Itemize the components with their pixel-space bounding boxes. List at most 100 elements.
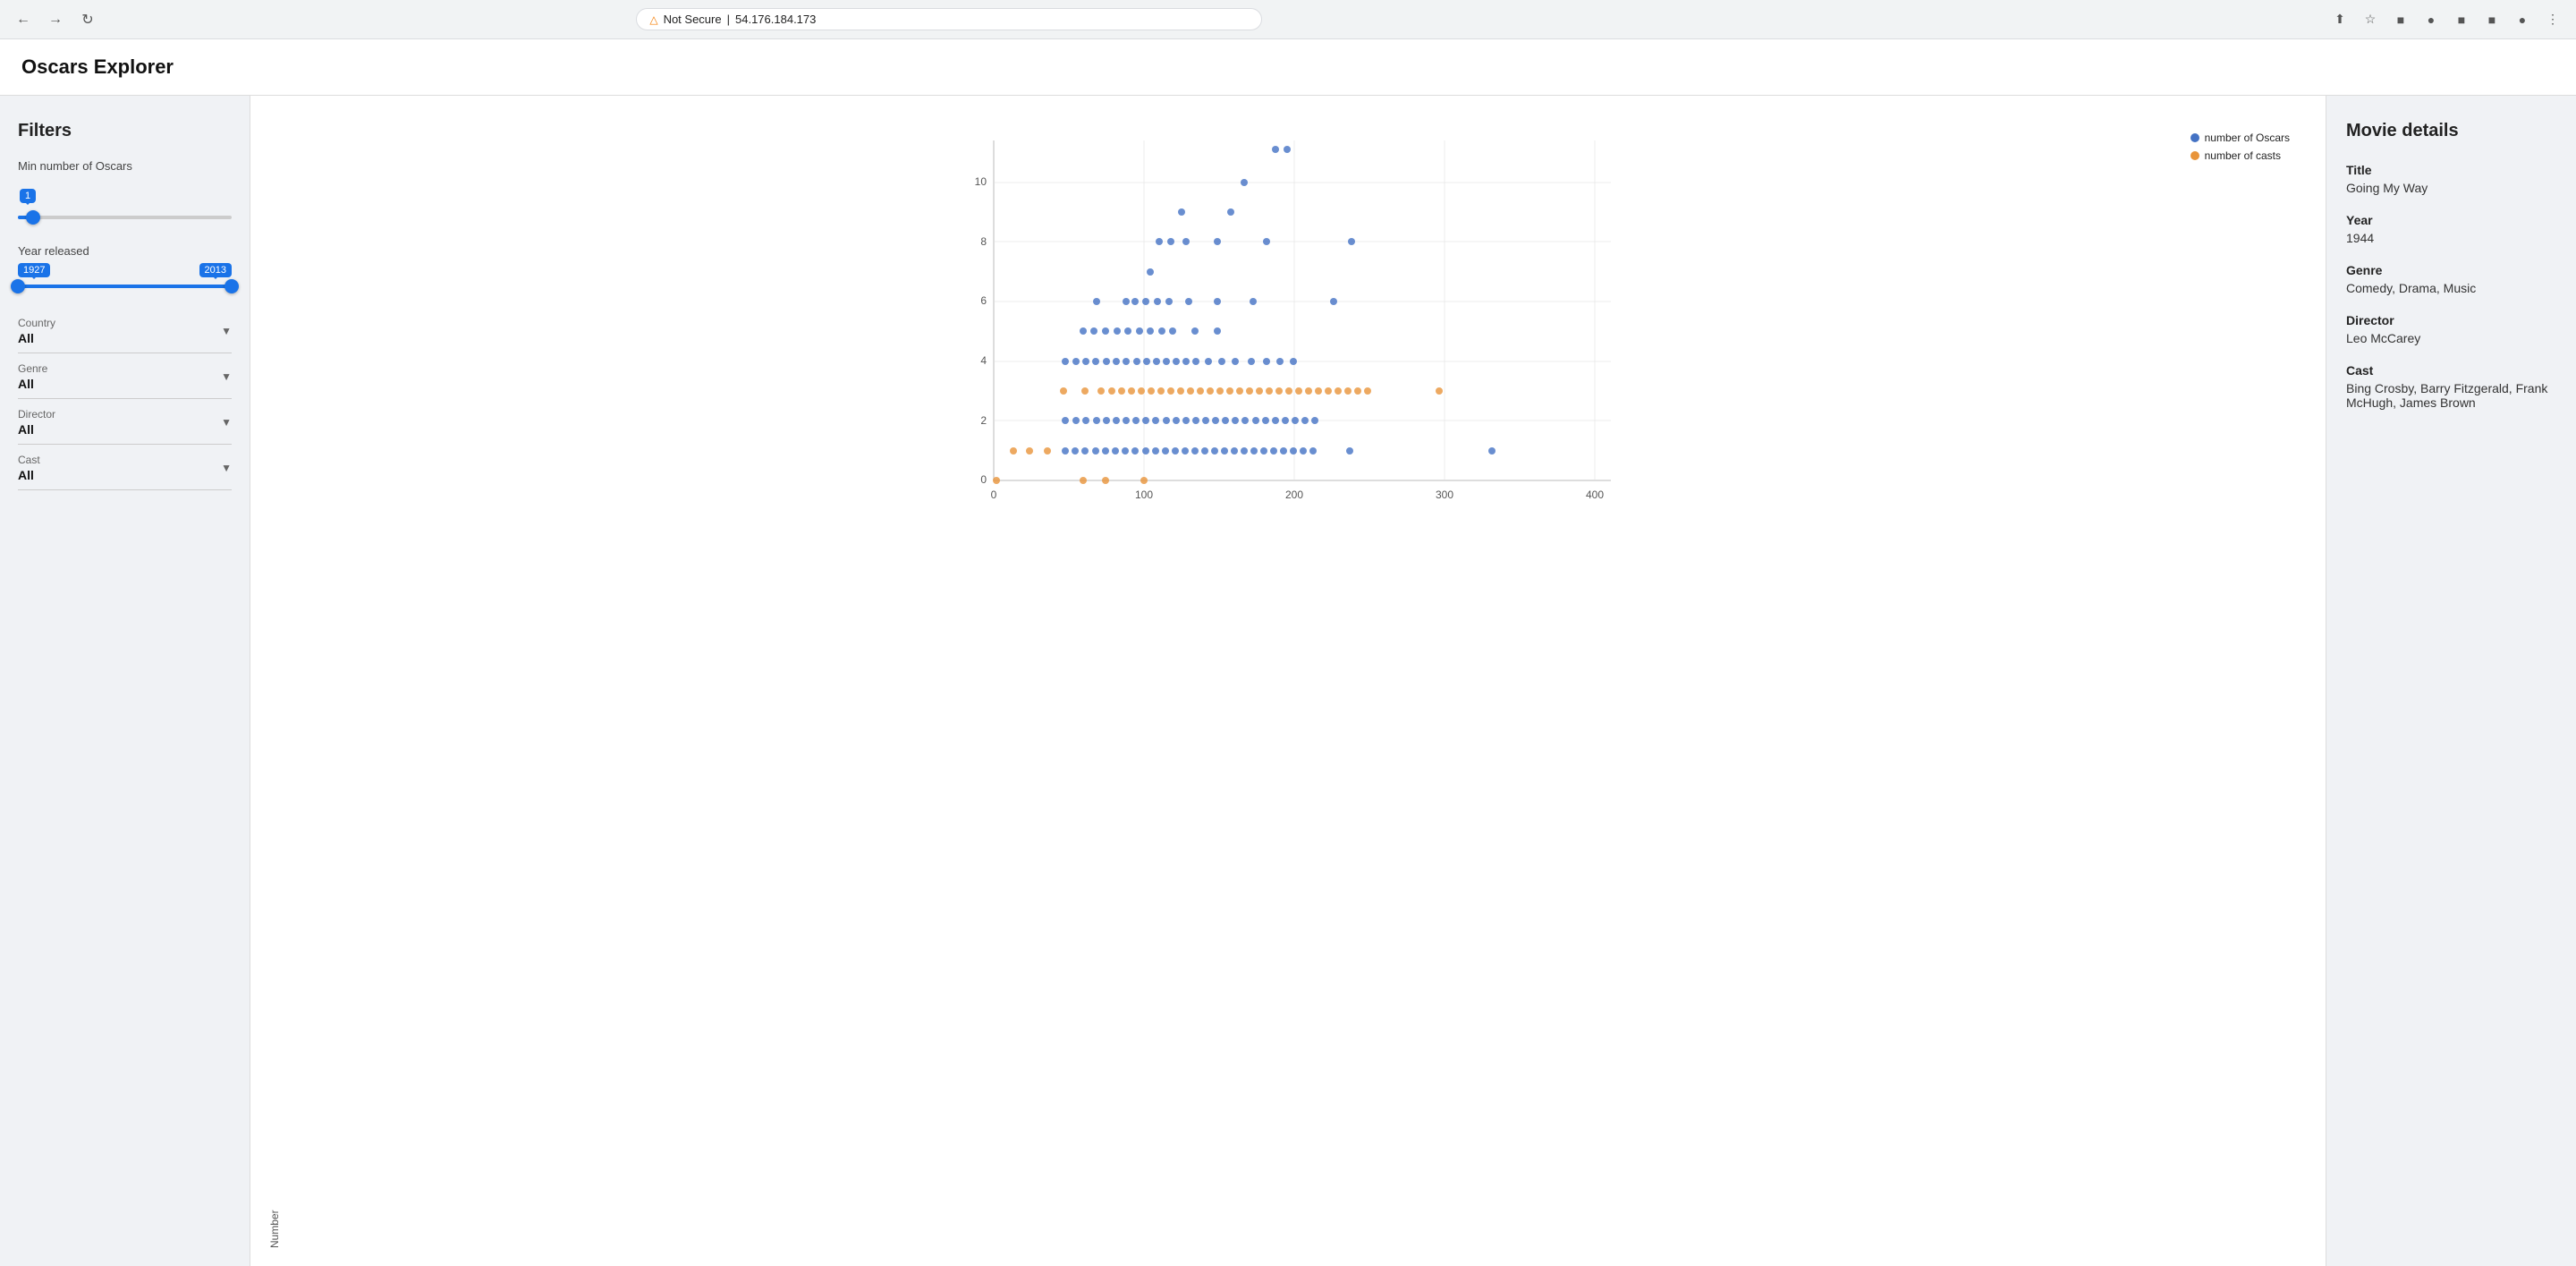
- browser-chrome: ← → ↻ △ Not Secure | 54.176.184.173 ⬆ ☆ …: [0, 0, 2576, 39]
- chart-inner: number of Oscars number of casts: [288, 123, 2308, 1248]
- security-warning-icon: △: [649, 13, 657, 26]
- detail-cast-value: Bing Crosby, Barry Fitzgerald, Frank McH…: [2346, 381, 2556, 410]
- legend-label-casts: number of casts: [2205, 149, 2281, 162]
- page-title: Oscars Explorer: [21, 55, 2555, 79]
- country-label: Country: [18, 317, 55, 329]
- director-dropdown-row[interactable]: Director All ▼: [18, 399, 232, 445]
- genre-dropdown-row[interactable]: Genre All ▼: [18, 353, 232, 399]
- cast-arrow-icon: ▼: [221, 462, 232, 474]
- extension4-button[interactable]: ■: [2479, 7, 2504, 32]
- scatter-chart[interactable]: 0 2 4 6 8 10 0 100 200 300 400: [288, 123, 2308, 534]
- year-range-thumb-right[interactable]: [225, 279, 239, 293]
- detail-year-value: 1944: [2346, 231, 2556, 245]
- director-filter[interactable]: Director All ▼: [18, 399, 232, 445]
- svg-text:8: 8: [980, 235, 987, 248]
- svg-text:4: 4: [980, 354, 987, 367]
- legend-dot-oscars: [2190, 133, 2199, 142]
- country-dropdown-row[interactable]: Country All ▼: [18, 308, 232, 353]
- main-layout: Filters Min number of Oscars 1 Year rele…: [0, 96, 2576, 1266]
- details-panel-title: Movie details: [2346, 121, 2556, 141]
- director-label: Director: [18, 408, 55, 421]
- cast-label: Cast: [18, 454, 40, 466]
- filters-title: Filters: [18, 121, 232, 141]
- year-released-label: Year released: [18, 244, 232, 258]
- svg-text:400: 400: [1586, 489, 1604, 501]
- genre-dropdown-labels: Genre All: [18, 362, 47, 391]
- browser-actions: ⬆ ☆ ■ ● ■ ■ ● ⋮: [2327, 7, 2565, 32]
- svg-text:6: 6: [980, 294, 987, 307]
- min-oscars-track[interactable]: [18, 216, 232, 219]
- security-label: Not Secure: [664, 13, 722, 26]
- director-arrow-icon: ▼: [221, 416, 232, 429]
- movie-details-panel: Movie details Title Going My Way Year 19…: [2326, 96, 2576, 1266]
- genre-arrow-icon: ▼: [221, 370, 232, 383]
- filters-panel: Filters Min number of Oscars 1 Year rele…: [0, 96, 250, 1266]
- country-value: All: [18, 331, 55, 345]
- y-axis-label: Number: [268, 123, 281, 1248]
- cast-value: All: [18, 468, 40, 482]
- detail-year-label: Year: [2346, 213, 2556, 227]
- forward-button[interactable]: →: [43, 7, 68, 32]
- cast-dropdown-labels: Cast All: [18, 454, 40, 482]
- detail-director-label: Director: [2346, 313, 2556, 327]
- legend-dot-casts: [2190, 151, 2199, 160]
- legend-label-oscars: number of Oscars: [2205, 132, 2290, 144]
- bookmark-button[interactable]: ☆: [2358, 7, 2383, 32]
- cast-dropdown-row[interactable]: Cast All ▼: [18, 445, 232, 490]
- detail-cast-group: Cast Bing Crosby, Barry Fitzgerald, Fran…: [2346, 363, 2556, 410]
- detail-title-group: Title Going My Way: [2346, 163, 2556, 195]
- extension3-button[interactable]: ■: [2449, 7, 2474, 32]
- year-max-bubble: 2013: [199, 263, 232, 277]
- page-header: Oscars Explorer: [0, 39, 2576, 96]
- cast-filter[interactable]: Cast All ▼: [18, 445, 232, 490]
- detail-cast-label: Cast: [2346, 363, 2556, 378]
- chart-legend: number of Oscars number of casts: [2190, 132, 2290, 162]
- detail-director-group: Director Leo McCarey: [2346, 313, 2556, 345]
- year-range-track[interactable]: [18, 285, 232, 288]
- back-button[interactable]: ←: [11, 7, 36, 32]
- genre-value: All: [18, 377, 47, 391]
- detail-year-group: Year 1944: [2346, 213, 2556, 245]
- genre-filter[interactable]: Genre All ▼: [18, 353, 232, 399]
- country-dropdown-labels: Country All: [18, 317, 55, 345]
- detail-title-value: Going My Way: [2346, 181, 2556, 195]
- svg-text:2: 2: [980, 414, 987, 427]
- year-min-bubble: 1927: [18, 263, 50, 277]
- director-value: All: [18, 422, 55, 437]
- country-arrow-icon: ▼: [221, 325, 232, 337]
- svg-text:200: 200: [1285, 489, 1303, 501]
- year-range-labels: 1927 2013: [18, 263, 232, 277]
- min-oscars-filter: Min number of Oscars 1: [18, 159, 232, 225]
- svg-text:300: 300: [1436, 489, 1453, 501]
- legend-item-oscars: number of Oscars: [2190, 132, 2290, 144]
- svg-text:0: 0: [991, 489, 997, 501]
- extension2-button[interactable]: ●: [2419, 7, 2444, 32]
- year-released-filter: Year released 1927 2013: [18, 244, 232, 288]
- detail-director-value: Leo McCarey: [2346, 331, 2556, 345]
- detail-title-label: Title: [2346, 163, 2556, 177]
- country-filter[interactable]: Country All ▼: [18, 308, 232, 353]
- reload-button[interactable]: ↻: [75, 7, 100, 32]
- chart-wrapper: Number number of Oscars number of casts: [268, 123, 2308, 1248]
- director-dropdown-labels: Director All: [18, 408, 55, 437]
- svg-text:10: 10: [975, 175, 987, 188]
- menu-button[interactable]: ⋮: [2540, 7, 2565, 32]
- chart-area: Number number of Oscars number of casts: [250, 96, 2326, 1266]
- detail-genre-value: Comedy, Drama, Music: [2346, 281, 2556, 295]
- url-text: 54.176.184.173: [735, 13, 816, 26]
- min-oscars-thumb[interactable]: [26, 210, 40, 225]
- detail-genre-label: Genre: [2346, 263, 2556, 277]
- min-oscars-label: Min number of Oscars: [18, 159, 232, 173]
- detail-genre-group: Genre Comedy, Drama, Music: [2346, 263, 2556, 295]
- genre-label: Genre: [18, 362, 47, 375]
- legend-item-casts: number of casts: [2190, 149, 2290, 162]
- share-button[interactable]: ⬆: [2327, 7, 2352, 32]
- svg-text:100: 100: [1135, 489, 1153, 501]
- address-bar[interactable]: △ Not Secure | 54.176.184.173: [636, 8, 1262, 30]
- min-oscars-slider-container: 1: [18, 178, 232, 225]
- extension1-button[interactable]: ■: [2388, 7, 2413, 32]
- extension5-button[interactable]: ●: [2510, 7, 2535, 32]
- min-oscars-bubble: 1: [20, 189, 36, 203]
- year-range-thumb-left[interactable]: [11, 279, 25, 293]
- url-separator: |: [727, 13, 730, 26]
